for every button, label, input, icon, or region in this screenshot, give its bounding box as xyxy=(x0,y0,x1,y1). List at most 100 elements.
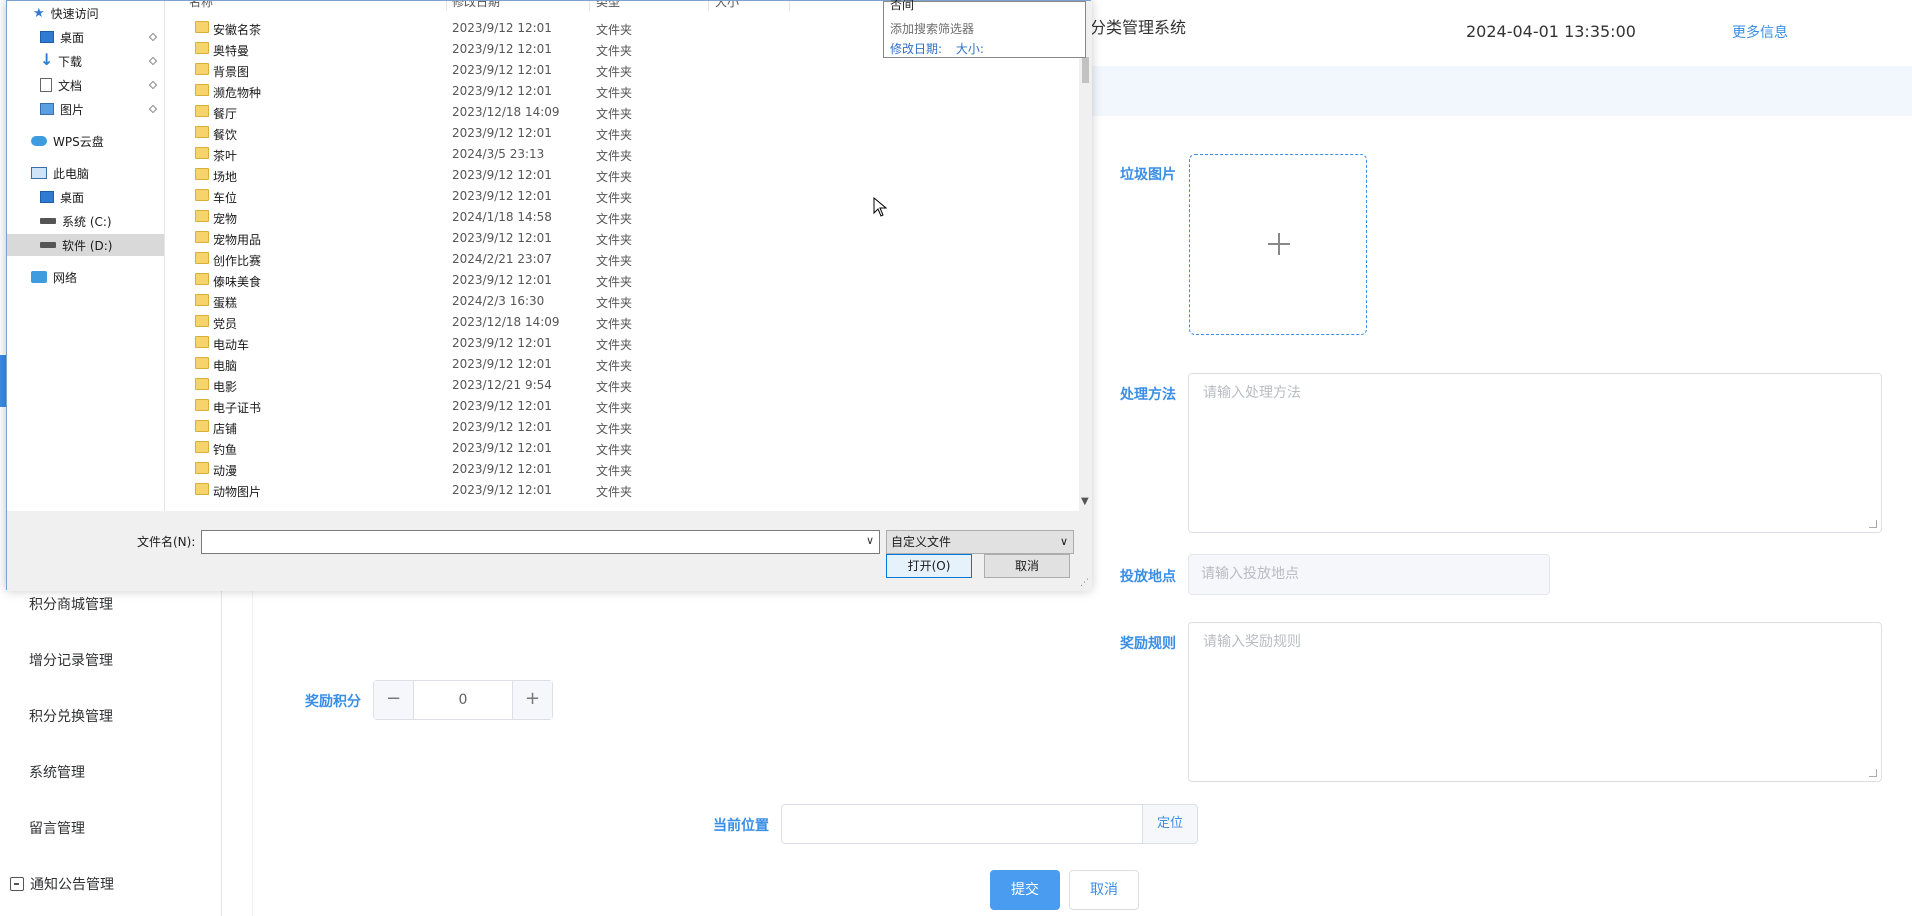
file-name: 宠物 xyxy=(213,212,238,226)
file-date: 2023/9/12 12:01 xyxy=(452,84,552,98)
file-type: 文件夹 xyxy=(596,170,633,184)
plus-icon xyxy=(1268,233,1290,255)
column-separator[interactable] xyxy=(589,1,590,11)
file-row[interactable]: 奥特曼 2023/9/12 12:01 文件夹 xyxy=(165,39,865,60)
menu-messages[interactable]: 留言管理 xyxy=(29,818,85,838)
column-separator[interactable] xyxy=(708,1,709,11)
file-row[interactable]: 安徽名茶 2023/9/12 12:01 文件夹 xyxy=(165,18,865,39)
search-filters: 修改日期: 大小: xyxy=(890,40,984,57)
menu-points-mall[interactable]: 积分商城管理 xyxy=(29,594,113,614)
computer-icon xyxy=(31,167,47,179)
menu-add-points-records[interactable]: 增分记录管理 xyxy=(29,650,113,670)
cancel-button[interactable]: 取消 xyxy=(1069,870,1139,910)
more-info-link[interactable]: 更多信息 xyxy=(1732,22,1788,42)
scrollbar-thumb[interactable] xyxy=(1082,57,1089,83)
file-row[interactable]: 餐厅 2023/12/18 14:09 文件夹 xyxy=(165,102,865,123)
chevron-down-icon: ∨ xyxy=(1059,535,1068,548)
folder-icon xyxy=(195,168,209,180)
image-upload[interactable] xyxy=(1189,154,1367,335)
decrement-button[interactable]: − xyxy=(374,681,414,719)
position-input[interactable] xyxy=(781,804,1143,844)
file-type: 文件夹 xyxy=(596,107,633,121)
column-name[interactable]: 名称 xyxy=(189,1,213,9)
column-size[interactable]: 大小 xyxy=(715,1,739,9)
file-row[interactable]: 车位 2023/9/12 12:01 文件夹 xyxy=(165,186,865,207)
vertical-scrollbar[interactable]: ▼ xyxy=(1079,1,1092,511)
file-type: 文件夹 xyxy=(596,212,633,226)
points-stepper[interactable]: − 0 + xyxy=(373,680,553,720)
column-type[interactable]: 类型 xyxy=(596,1,620,9)
file-row[interactable]: 宠物 2024/1/18 14:58 文件夹 xyxy=(165,207,865,228)
file-row[interactable]: 傣味美食 2023/9/12 12:01 文件夹 xyxy=(165,270,865,291)
file-row[interactable]: 宠物用品 2023/9/12 12:01 文件夹 xyxy=(165,228,865,249)
file-row[interactable]: 场地 2023/9/12 12:01 文件夹 xyxy=(165,165,865,186)
file-date: 2023/9/12 12:01 xyxy=(452,462,552,476)
pin-icon xyxy=(148,56,158,66)
file-row[interactable]: 党员 2023/12/18 14:09 文件夹 xyxy=(165,312,865,333)
file-row[interactable]: 动物图片 2023/9/12 12:01 文件夹 xyxy=(165,480,865,501)
file-row[interactable]: 钓鱼 2023/9/12 12:01 文件夹 xyxy=(165,438,865,459)
file-row[interactable]: 背景图 2023/9/12 12:01 文件夹 xyxy=(165,60,865,81)
folder-icon xyxy=(195,420,209,432)
file-row[interactable]: 蛋糕 2024/2/3 16:30 文件夹 xyxy=(165,291,865,312)
points-value[interactable]: 0 xyxy=(414,681,512,719)
file-list: 名称 修改日期 类型 大小 安徽名茶 2023/9/12 12:01 文件夹 奥特曼 2… xyxy=(165,1,1079,511)
nav-downloads[interactable]: 下载 xyxy=(40,50,82,72)
drive-icon xyxy=(40,242,56,248)
menu-notices[interactable]: 通知公告管理 xyxy=(10,874,114,894)
submit-button[interactable]: 提交 xyxy=(990,870,1060,910)
file-row[interactable]: 餐饮 2023/9/12 12:01 文件夹 xyxy=(165,123,865,144)
nav-this-pc[interactable]: 此电脑 xyxy=(31,162,89,184)
nav-network[interactable]: 网络 xyxy=(31,266,77,288)
menu-points-exchange[interactable]: 积分兑换管理 xyxy=(29,706,113,726)
app-datetime: 2024-04-01 13:35:00 xyxy=(1466,22,1636,41)
nav-pc-desktop[interactable]: 桌面 xyxy=(40,186,84,208)
file-type: 文件夹 xyxy=(596,149,633,163)
position-label: 当前位置 xyxy=(713,818,769,834)
column-modified[interactable]: 修改日期 xyxy=(452,1,500,9)
filter-size[interactable]: 大小: xyxy=(956,42,984,56)
dialog-cancel-button[interactable]: 取消 xyxy=(984,554,1070,578)
file-row[interactable]: 电子证书 2023/9/12 12:01 文件夹 xyxy=(165,396,865,417)
file-row[interactable]: 电动车 2023/9/12 12:01 文件夹 xyxy=(165,333,865,354)
menu-system[interactable]: 系统管理 xyxy=(29,762,85,782)
filetype-value: 自定义文件 xyxy=(891,535,952,549)
chevron-down-icon[interactable]: ∨ xyxy=(866,534,874,547)
nav-drive-c[interactable]: 系统 (C:) xyxy=(40,210,112,232)
nav-pictures[interactable]: 图片 xyxy=(40,98,84,120)
download-icon xyxy=(40,50,53,69)
column-separator[interactable] xyxy=(446,1,447,11)
nav-desktop[interactable]: 桌面 xyxy=(40,26,84,48)
filetype-select[interactable]: 自定义文件 ∨ xyxy=(886,530,1074,554)
filename-input[interactable]: ∨ xyxy=(201,530,880,554)
resize-grip[interactable]: ⋰ xyxy=(1080,578,1089,588)
file-name: 动物图片 xyxy=(213,485,262,499)
nav-documents[interactable]: 文档 xyxy=(40,74,82,96)
open-button[interactable]: 打开(O) xyxy=(886,554,972,578)
nav-drive-d[interactable]: 软件 (D:) xyxy=(7,234,164,256)
file-row[interactable]: 创作比赛 2024/2/21 23:07 文件夹 xyxy=(165,249,865,270)
file-type: 文件夹 xyxy=(596,464,633,478)
file-row[interactable]: 茶叶 2024/3/5 23:13 文件夹 xyxy=(165,144,865,165)
increment-button[interactable]: + xyxy=(512,681,552,719)
filter-modified-date[interactable]: 修改日期: xyxy=(890,42,942,56)
file-row[interactable]: 动漫 2023/9/12 12:01 文件夹 xyxy=(165,459,865,480)
nav-wps-cloud[interactable]: WPS云盘 xyxy=(31,130,104,152)
locate-button[interactable]: 定位 xyxy=(1142,804,1198,844)
file-row[interactable]: 电脑 2023/9/12 12:01 文件夹 xyxy=(165,354,865,375)
nav-quick-access[interactable]: ★ 快速访问 xyxy=(33,2,99,24)
pin-icon xyxy=(148,104,158,114)
rule-textarea[interactable]: 请输入奖励规则 xyxy=(1188,622,1882,782)
folder-icon xyxy=(195,210,209,222)
file-name: 濒危物种 xyxy=(213,86,262,100)
method-textarea[interactable]: 请输入处理方法 xyxy=(1188,373,1882,533)
resize-grip[interactable] xyxy=(1869,520,1877,528)
file-row[interactable]: 濒危物种 2023/9/12 12:01 文件夹 xyxy=(165,81,865,102)
folder-icon xyxy=(195,315,209,327)
scroll-down-icon[interactable]: ▼ xyxy=(1081,496,1089,507)
file-row[interactable]: 店铺 2023/9/12 12:01 文件夹 xyxy=(165,417,865,438)
column-separator[interactable] xyxy=(789,1,790,11)
location-input[interactable]: 请输入投放地点 xyxy=(1188,554,1550,595)
file-row[interactable]: 电影 2023/12/21 9:54 文件夹 xyxy=(165,375,865,396)
resize-grip[interactable] xyxy=(1869,769,1877,777)
